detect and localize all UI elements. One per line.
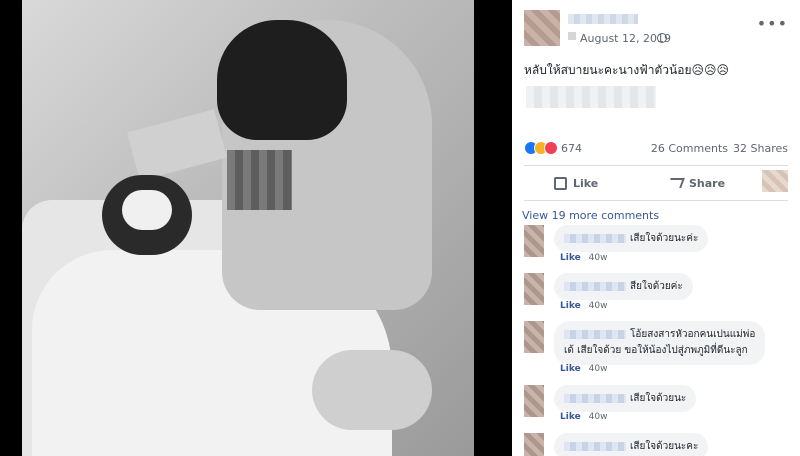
share-arrow-icon [667,178,685,188]
commenter-name-blurred[interactable] [564,233,626,243]
reaction-count[interactable]: 674 [561,142,582,155]
post-text: หลับให้สบายนะคะนางฟ้าตัวน้อย😥😥😥 [524,63,730,77]
comment-like-link[interactable]: Like [560,412,581,422]
action-bar: Like Share [524,168,788,198]
divider [524,165,788,166]
post-sidebar: August 12, 2019 ••• หลับให้สบายนะคะนางฟ้… [512,0,800,456]
photo-hair [217,20,347,140]
comment-avatar[interactable] [524,273,544,305]
comment-age[interactable]: 40w [589,253,608,263]
comment-avatar[interactable] [524,433,544,456]
comment-bubble: โอ้ยสงสารหัวอกคนเปนแม่พ่อ เด้ เสียใจด้วย… [554,321,766,365]
comment-text: โอ้ยสงสารหัวอกคนเปนแม่พ่อ [630,329,756,340]
like-button[interactable]: Like [554,168,598,198]
comment-age[interactable]: 40w [589,364,608,374]
date-blur [568,32,576,40]
like-label: Like [573,176,599,190]
comment-text: สียใจด้วยค่ะ [630,281,683,292]
comment-like-link[interactable]: Like [560,301,581,311]
comment-bubble: สียใจด้วยค่ะ [554,273,693,300]
globe-icon [657,33,667,43]
divider [524,200,788,201]
share-button[interactable]: Share [667,168,726,198]
comment-bubble: เสียใจด้วยนะคะ [554,433,709,456]
photo-book [127,109,227,181]
comment-bubble: เสียใจด้วยนะ [554,385,697,412]
share-label: Share [689,176,726,190]
comment-age[interactable]: 40w [589,301,608,311]
comment-text: เสียใจด้วยนะคะ [630,441,699,452]
post-photo[interactable] [22,0,474,456]
comments-count[interactable]: 26 Comments [651,142,728,155]
thumbs-up-icon [554,176,567,190]
comment-like-link[interactable]: Like [560,364,581,374]
photo-viewer [0,0,512,456]
comment-like-link[interactable]: Like [560,253,581,263]
comment-meta: Like 40w [560,412,608,422]
author-name-blurred[interactable] [568,14,638,24]
viewer-avatar[interactable] [762,170,788,192]
shares-count[interactable]: 32 Shares [733,142,788,155]
comment-text: เสียใจด้วยนะ [630,393,687,404]
commenter-name-blurred[interactable] [564,281,626,291]
commenter-name-blurred[interactable] [564,393,626,403]
comment-avatar[interactable] [524,225,544,257]
view-more-comments-link[interactable]: View 19 more comments [522,209,659,222]
comment-avatar[interactable] [524,321,544,353]
love-reaction-icon[interactable] [544,141,558,155]
comment-meta: Like 40w [560,364,608,374]
photo-pixelated-face [227,150,292,210]
photo-hand [312,350,432,430]
comment-meta: Like 40w [560,253,608,263]
comment-text-line2: เด้ เสียใจด้วย ขอให้น้องไปสู่ภพภูมิที่ดี… [564,345,748,356]
commenter-name-blurred[interactable] [564,329,626,339]
commenter-name-blurred[interactable] [564,441,626,451]
comment-avatar[interactable] [524,385,544,417]
comment-age[interactable]: 40w [589,412,608,422]
photo-toy-face [122,190,172,230]
comment-text: เสียใจด้วยนะค่ะ [630,233,699,244]
avatar[interactable] [524,10,560,46]
comment-meta: Like 40w [560,301,608,311]
post-text-blurred [526,86,656,108]
comment-bubble: เสียใจด้วยนะค่ะ [554,225,709,252]
reactions-bar: 674 26 Comments 32 Shares [524,140,788,158]
post-header: August 12, 2019 ••• [524,10,788,46]
more-options-icon[interactable]: ••• [757,14,788,33]
